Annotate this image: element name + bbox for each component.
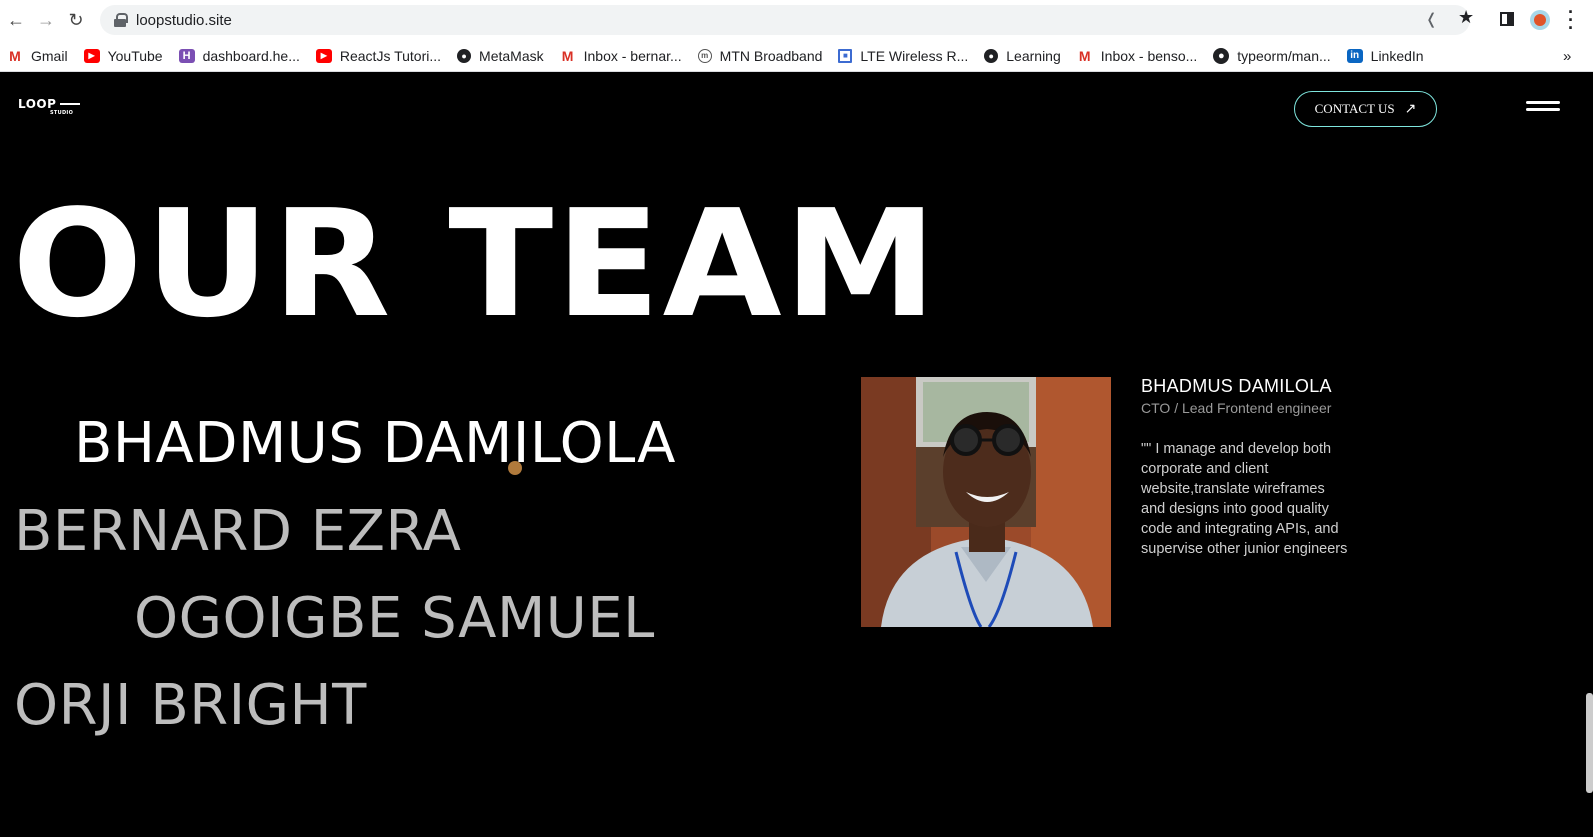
gmail-icon: M [1078,47,1091,64]
bookmark-learning[interactable]: ● Learning [984,48,1061,64]
bookmark-reactjs[interactable]: ▶ ReactJs Tutori... [315,48,441,64]
contact-us-button[interactable]: CONTACT US ↗ [1294,91,1437,127]
globe-icon: ● [457,48,472,63]
lte-icon: ■ [838,48,853,63]
bookmark-mtn[interactable]: m MTN Broadband [697,48,822,64]
side-panel-icon[interactable] [1500,12,1514,26]
lock-icon [114,13,128,27]
logo[interactable]: LOOP STUDIO [18,97,80,116]
team-member-orji[interactable]: ORJI BRIGHT [14,673,367,738]
bookmark-typeorm[interactable]: ● typeorm/man... [1213,47,1331,64]
bookmark-star-icon[interactable]: ★ [1458,7,1474,28]
gmail-icon: M [9,47,21,64]
reload-icon[interactable]: ↻ [61,5,91,35]
bookmarks-bar: M Gmail ▶ YouTube Hdashboard.he... ▶ ReactJ… [0,40,1593,72]
bookmark-dashboard[interactable]: Hdashboard.he... [178,48,300,64]
profile-avatar[interactable] [1530,10,1550,30]
bookmark-lte[interactable]: ■ LTE Wireless R... [838,48,968,64]
member-photo [861,377,1111,627]
bookmark-metamask[interactable]: ● MetaMask [457,48,544,64]
page-content: LOOP STUDIO CONTACT US ↗ OUR TEAM BHADMU… [0,73,1593,837]
bio-role: CTO / Lead Frontend engineer [1141,400,1332,416]
gmail-icon: M [561,47,574,64]
custom-cursor [508,461,522,475]
address-bar[interactable]: loopstudio.site [100,5,1470,35]
more-bookmarks-icon[interactable]: » [1563,48,1571,65]
logo-main: LOOP [18,97,80,111]
team-member-ogoigbe[interactable]: OGOIGBE SAMUEL [134,586,655,651]
youtube-icon: ▶ [315,48,332,63]
linkedin-icon: in [1346,48,1363,63]
bookmark-youtube[interactable]: ▶ YouTube [83,48,163,64]
menu-icon[interactable] [1526,101,1560,113]
bio-name: BHADMUS DAMILOLA [1141,376,1332,396]
bookmark-inbox-benson[interactable]: M Inbox - benso... [1077,47,1197,64]
team-member-bhadmus[interactable]: BHADMUS DAMILOLA [74,411,676,476]
url-text[interactable]: loopstudio.site [136,12,232,29]
mtn-icon: m [697,48,712,63]
bookmark-inbox-bernard[interactable]: M Inbox - bernar... [560,48,682,64]
github-icon: ● [1213,47,1230,64]
bio-text: "" I manage and develop both corporate a… [1141,441,1348,557]
globe-icon: ● [984,48,999,63]
page-title: OUR TEAM [12,178,940,350]
youtube-icon: ▶ [83,48,100,63]
arrow-up-right-icon: ↗ [1404,101,1417,117]
bookmark-linkedin[interactable]: in LinkedIn [1346,48,1424,64]
browser-toolbar: ← → ↻ loopstudio.site ❬ ★ · · · [0,0,1593,40]
scrollbar[interactable] [1586,693,1593,793]
forward-arrow-icon[interactable]: → [31,5,61,35]
bookmark-gmail[interactable]: M Gmail [7,47,67,64]
share-icon[interactable]: ❬ [1425,10,1438,28]
logo-sub: STUDIO [50,110,74,116]
back-arrow-icon[interactable]: ← [1,5,31,35]
contact-us-label: CONTACT US [1314,101,1395,116]
dashboard-icon: H [178,48,195,63]
team-member-bernard[interactable]: BERNARD EZRA [14,499,461,564]
browser-menu-icon[interactable]: · · · [1568,3,1574,37]
